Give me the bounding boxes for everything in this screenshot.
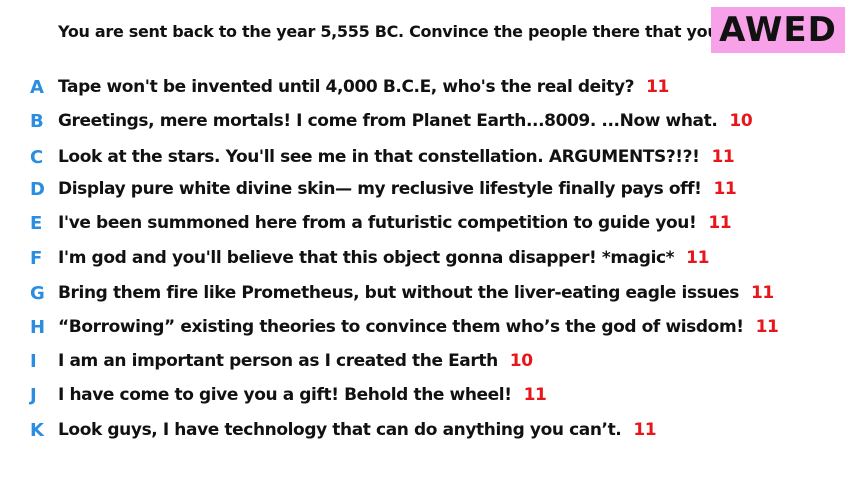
- answer-line: I've been summoned here from a futuristi…: [58, 213, 732, 233]
- answer-score: 11: [750, 283, 774, 303]
- answer-score: 11: [633, 420, 657, 440]
- answer-score: 10: [509, 351, 533, 371]
- answer-text: Look at the stars. You'll see me in that…: [58, 147, 700, 167]
- answer-text: “Borrowing” existing theories to convinc…: [58, 317, 744, 337]
- answer-line: Look at the stars. You'll see me in that…: [58, 147, 735, 167]
- answer-score: 10: [729, 111, 753, 131]
- answer-score: 11: [523, 385, 547, 405]
- answer-list: A Tape won't be invented until 4,000 B.C…: [0, 0, 853, 480]
- answer-line: Tape won't be invented until 4,000 B.C.E…: [58, 77, 669, 97]
- answer-score: 11: [646, 77, 669, 97]
- answer-score: 11: [708, 213, 732, 233]
- answer-letter: F: [30, 247, 43, 269]
- answer-text: Tape won't be invented until 4,000 B.C.E…: [58, 77, 635, 97]
- answer-text: Greetings, mere mortals! I come from Pla…: [58, 111, 718, 131]
- answer-letter: J: [30, 384, 37, 406]
- answer-text: I have come to give you a gift! Behold t…: [58, 385, 512, 405]
- answer-letter: E: [30, 212, 43, 234]
- answer-text: I am an important person as I created th…: [58, 351, 498, 371]
- answer-score: 11: [755, 317, 779, 337]
- answer-text: Look guys, I have technology that can do…: [58, 420, 622, 440]
- answer-letter: I: [30, 350, 37, 372]
- answer-line: Look guys, I have technology that can do…: [58, 420, 657, 440]
- answer-letter: A: [30, 76, 44, 98]
- answer-score: 11: [713, 179, 737, 199]
- answer-line: “Borrowing” existing theories to convinc…: [58, 317, 779, 337]
- answer-letter: G: [30, 282, 45, 304]
- answer-line: Bring them fire like Prometheus, but wit…: [58, 283, 774, 303]
- answer-text: Bring them fire like Prometheus, but wit…: [58, 283, 739, 303]
- answer-letter: D: [30, 178, 45, 200]
- answer-line: Greetings, mere mortals! I come from Pla…: [58, 111, 753, 131]
- answer-text: I've been summoned here from a futuristi…: [58, 213, 697, 233]
- answer-line: I am an important person as I created th…: [58, 351, 533, 371]
- answer-line: Display pure white divine skin— my reclu…: [58, 179, 737, 199]
- answer-text: Display pure white divine skin— my reclu…: [58, 179, 702, 199]
- answer-letter: K: [30, 419, 44, 441]
- answer-text: I'm god and you'll believe that this obj…: [58, 248, 675, 268]
- answer-score: 11: [686, 248, 710, 268]
- answer-letter: B: [30, 110, 44, 132]
- answer-letter: H: [30, 316, 46, 338]
- answer-score: 11: [711, 147, 735, 167]
- answer-line: I'm god and you'll believe that this obj…: [58, 248, 709, 268]
- answer-letter: C: [30, 146, 44, 168]
- answer-line: I have come to give you a gift! Behold t…: [58, 385, 547, 405]
